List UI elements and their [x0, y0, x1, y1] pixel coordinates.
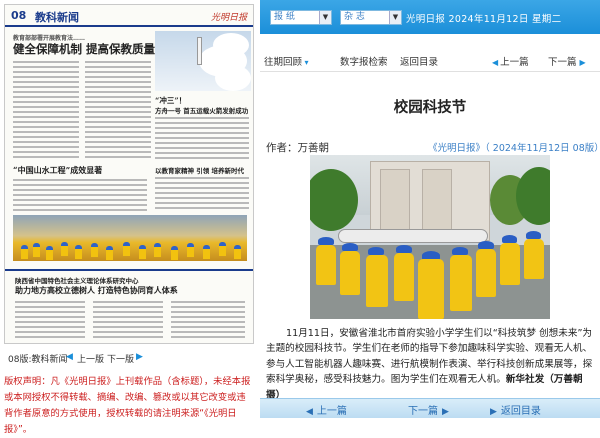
- article-author: 作者：万善朝: [266, 142, 329, 154]
- back-issues-link[interactable]: 往期回顾 ▾: [264, 54, 311, 68]
- next-arrow-icon[interactable]: ▶: [580, 58, 586, 67]
- article-photo: [310, 155, 550, 319]
- prev-article-link[interactable]: 上一篇: [500, 57, 529, 68]
- newspaper-page-panel: 08 教科新闻 光明日报 教育部部署开展教育法…… 健全保障机制 提高保教质量 …: [0, 0, 258, 435]
- article-text-block: [155, 177, 249, 212]
- article-text-block: [85, 61, 151, 161]
- next-arrow-icon[interactable]: ▶: [442, 407, 449, 417]
- drone-on-display: [338, 229, 488, 243]
- newspaper-logo: 光明日报: [210, 13, 247, 23]
- page-footer-story: 陕西省中国特色社会主义理论体系研究中心 助力地方高校立德树人 打造特色协同育人体…: [5, 269, 253, 343]
- article-text-block: [13, 179, 147, 214]
- prev-arrow-icon[interactable]: ◀: [306, 407, 313, 417]
- page-section-title: 教科新闻: [35, 11, 79, 24]
- story-title[interactable]: 以教育家精神 引领 培养新时代: [155, 165, 244, 175]
- newspaper-select-value: 报 纸: [274, 12, 295, 22]
- article-text-block: [13, 61, 79, 161]
- prev-page-link[interactable]: 上一版: [77, 352, 104, 365]
- top-toolbar: 报 纸 ▼ 杂 志 ▼ 光明日报 2024年11月12日 星期二: [260, 0, 600, 34]
- prev-page-icon[interactable]: ◀: [66, 352, 73, 362]
- article-text-block: [15, 301, 85, 341]
- article-title: 校园科技节: [393, 100, 467, 116]
- current-page-label: 08版:教科新闻: [8, 355, 68, 365]
- newspaper-page-thumbnail[interactable]: 08 教科新闻 光明日报 教育部部署开展教育法…… 健全保障机制 提高保教质量 …: [4, 4, 254, 344]
- next-article-bottom-link[interactable]: 下一篇: [408, 406, 438, 417]
- paper-date-info: 光明日报 2024年11月12日 星期二: [406, 14, 562, 25]
- page-number: 08: [11, 9, 27, 22]
- chevron-down-icon: ▼: [389, 11, 401, 24]
- article-body: 11月11日，安徽省淮北市首府实验小学学生们以“科技筑梦 创想未来”为主题的校园…: [266, 326, 596, 403]
- prev-arrow-icon[interactable]: ◀: [492, 58, 498, 67]
- next-page-icon[interactable]: ▶: [136, 352, 143, 362]
- story-title[interactable]: 助力地方高校立德树人 打造特色协同育人体系: [15, 285, 178, 296]
- magazine-select[interactable]: 杂 志 ▼: [340, 10, 402, 25]
- article-panel: 报 纸 ▼ 杂 志 ▼ 光明日报 2024年11月12日 星期二 往期回顾 ▾ …: [260, 0, 600, 426]
- digital-search-link[interactable]: 数字报检索: [340, 54, 388, 68]
- copyright-notice: 版权声明：凡《光明日报》上刊载作品（含标题），未经本报或本网授权不得转载、摘编、…: [4, 376, 251, 435]
- article-nav-bar: 往期回顾 ▾ 数字报检索 返回目录 ◀ 上一篇 下一篇 ▶: [260, 50, 600, 72]
- next-article-link[interactable]: 下一篇: [548, 57, 577, 68]
- headline[interactable]: 健全保障机制 提高保教质量: [13, 41, 155, 57]
- story-kicker[interactable]: 陕西省中国特色社会主义理论体系研究中心: [15, 275, 139, 285]
- chevron-down-icon: ▾: [302, 58, 309, 67]
- index-icon[interactable]: ▶: [490, 407, 497, 417]
- article-source: 《光明日报》（ 2024年11月12日 08版）: [428, 143, 600, 154]
- newspaper-select[interactable]: 报 纸 ▼: [270, 10, 332, 25]
- campus-tech-festival-photo-thumb[interactable]: [13, 215, 247, 261]
- chevron-down-icon: ▼: [319, 11, 331, 24]
- story-subtitle[interactable]: 方舟一号 首五运载火箭发射成功: [155, 105, 248, 115]
- return-to-index-bottom-link[interactable]: 返回目录: [501, 406, 541, 417]
- prev-article-bottom-link[interactable]: 上一篇: [317, 406, 347, 417]
- page-header: 08 教科新闻 光明日报: [5, 5, 253, 27]
- article-text-block: [93, 301, 163, 341]
- return-to-index-link[interactable]: 返回目录: [400, 54, 438, 68]
- page-pager: 08版:教科新闻 ◀ 上一版 下一版 ▶: [4, 350, 254, 366]
- bottom-nav-bar: ◀ 上一篇 下一篇 ▶ ▶ 返回目录: [260, 398, 600, 418]
- magazine-select-value: 杂 志: [344, 12, 365, 22]
- article-text-block: [155, 117, 249, 162]
- next-page-link[interactable]: 下一版: [107, 352, 134, 365]
- story-title[interactable]: “中国山水工程”成效显著: [13, 165, 102, 176]
- rocket-launch-photo[interactable]: [155, 31, 251, 91]
- article-text-block: [171, 301, 245, 341]
